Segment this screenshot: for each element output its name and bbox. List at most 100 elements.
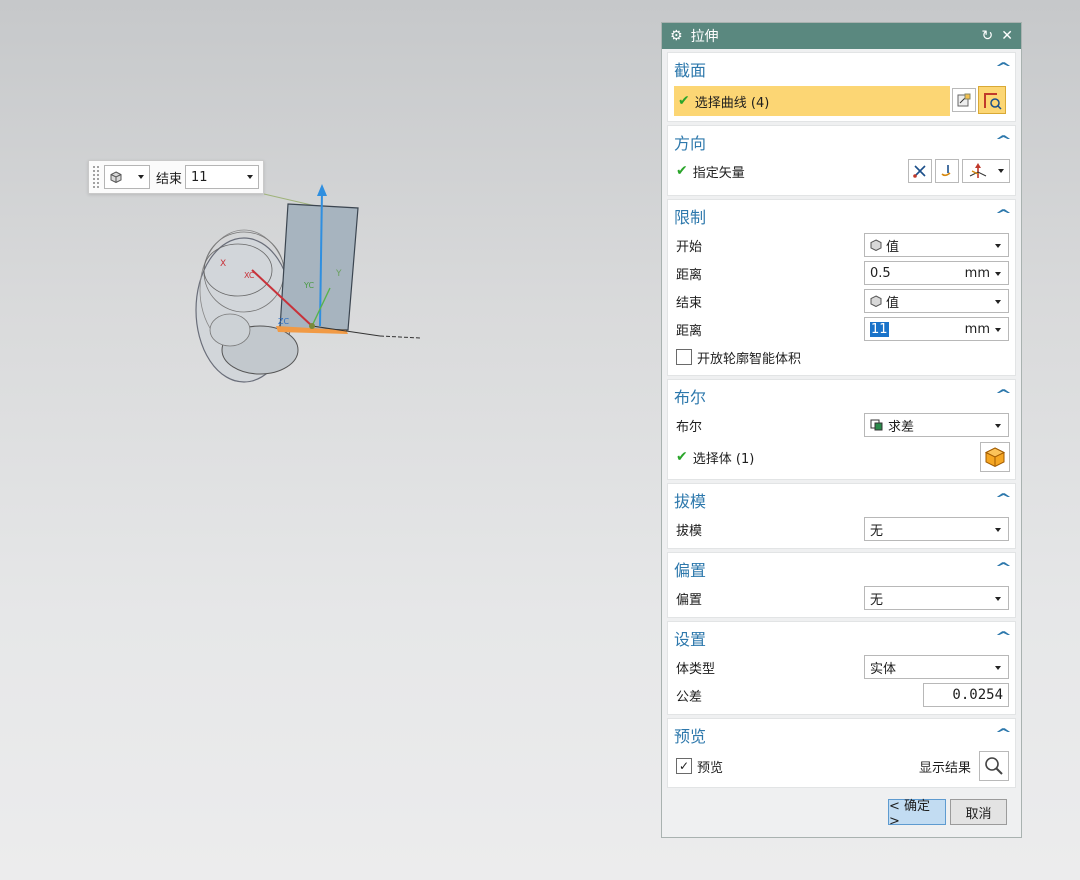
origin-point[interactable]	[309, 323, 315, 329]
vector-icon	[941, 165, 951, 177]
body-type-row: 体类型 实体	[668, 653, 1015, 681]
reverse-direction-button[interactable]	[908, 159, 932, 183]
draft-group: 拔模 ^ 拔模 无	[667, 483, 1016, 549]
select-curve-row[interactable]: ✔ 选择曲线 (4)	[674, 86, 950, 116]
chevron-down-icon	[995, 528, 1001, 532]
offset-title: 偏置	[674, 560, 707, 580]
preview-label: 预览	[697, 760, 724, 776]
end-distance-row: 距离 11 mm	[668, 315, 1015, 343]
model-viewport[interactable]: YC XC ZC Y X	[180, 180, 440, 400]
reverse-direction-icon	[913, 165, 926, 178]
preview-row: ✓ 预览 显示结果	[668, 750, 1015, 782]
specify-vector-label: 指定矢量	[692, 165, 745, 181]
chevron-down-icon	[995, 597, 1001, 601]
section-header[interactable]: 截面 ^	[668, 53, 1015, 84]
body-type-dropdown[interactable]: 实体	[864, 655, 1009, 679]
draft-header[interactable]: 拔模 ^	[668, 484, 1015, 515]
body-type-value: 实体	[870, 661, 897, 677]
dialog-footer: < 确定 > 取消	[662, 791, 1021, 837]
end-distance-input[interactable]: 11 mm	[864, 317, 1009, 341]
axis-vector-icon	[969, 163, 987, 178]
boolean-dropdown[interactable]: 求差	[864, 413, 1009, 437]
chevron-down-icon	[995, 424, 1001, 428]
tolerance-label: 公差	[676, 689, 703, 705]
magnifier-icon	[985, 757, 1003, 775]
collapse-icon[interactable]: ^	[995, 388, 1012, 403]
limits-title: 限制	[674, 207, 707, 227]
offset-header[interactable]: 偏置 ^	[668, 553, 1015, 584]
curve-select-button[interactable]	[978, 86, 1006, 114]
select-body-label: 选择体 (1)	[692, 451, 755, 467]
end-distance-unit: mm	[964, 321, 990, 337]
end-type-value: 值	[886, 295, 900, 311]
chevron-down-icon	[995, 272, 1001, 276]
draft-row: 拔模 无	[668, 515, 1015, 543]
grip-handle[interactable]	[92, 165, 100, 189]
extrude-dialog: ⚙ 拉伸 ↻ ✕ 截面 ^ ✔ 选择曲线 (4) 方向 ^ ✔ 指定矢量 限制 …	[661, 22, 1022, 838]
direction-header[interactable]: 方向 ^	[668, 126, 1015, 157]
start-type-dropdown[interactable]: 值	[864, 233, 1009, 257]
start-type-value: 值	[886, 239, 900, 255]
x-label: X	[220, 259, 226, 269]
chevron-down-icon	[995, 666, 1001, 670]
vector-dialog-button[interactable]	[935, 159, 959, 183]
collapse-icon[interactable]: ^	[995, 492, 1012, 507]
collapse-icon[interactable]: ^	[995, 61, 1012, 76]
select-body-row[interactable]: ✔ 选择体 (1)	[668, 439, 1015, 475]
collapse-icon[interactable]: ^	[995, 208, 1012, 223]
section-title: 截面	[674, 60, 707, 80]
select-body-button[interactable]	[980, 442, 1010, 472]
open-profile-checkbox[interactable]	[676, 349, 692, 365]
end-distance-value[interactable]: 11	[870, 321, 889, 337]
collapse-icon[interactable]: ^	[995, 630, 1012, 645]
boolean-header[interactable]: 布尔 ^	[668, 380, 1015, 411]
chevron-down-icon	[995, 328, 1001, 332]
solid-body-icon	[984, 447, 1006, 468]
sketch-icon	[957, 93, 971, 107]
show-result-button[interactable]	[979, 751, 1009, 781]
yc-label: YC	[303, 281, 314, 290]
collapse-icon[interactable]: ^	[995, 727, 1012, 742]
open-profile-label: 开放轮廓智能体积	[697, 351, 802, 367]
collapse-icon[interactable]: ^	[995, 134, 1012, 149]
boolean-group: 布尔 ^ 布尔 求差 ✔ 选择体 (1)	[667, 379, 1016, 480]
limits-header[interactable]: 限制 ^	[668, 200, 1015, 231]
check-icon: ✔	[678, 93, 690, 109]
cylinder-hole	[209, 313, 251, 347]
close-icon[interactable]: ✕	[1001, 29, 1013, 43]
check-icon: ✔	[676, 163, 688, 179]
end-label: 结束	[156, 171, 183, 187]
draft-dropdown[interactable]: 无	[864, 517, 1009, 541]
reset-icon[interactable]: ↻	[982, 29, 994, 43]
direction-group: 方向 ^ ✔ 指定矢量	[667, 125, 1016, 196]
curve-icon	[984, 93, 1002, 110]
end-label: 结束	[676, 295, 703, 311]
chevron-down-icon	[995, 300, 1001, 304]
preview-header[interactable]: 预览 ^	[668, 719, 1015, 750]
show-result-label: 显示结果	[919, 761, 972, 776]
limit-type-dropdown[interactable]	[104, 165, 150, 189]
settings-header[interactable]: 设置 ^	[668, 622, 1015, 653]
dialog-title: 拉伸	[690, 29, 719, 45]
end-type-dropdown[interactable]: 值	[864, 289, 1009, 313]
boolean-row: 布尔 求差	[668, 411, 1015, 439]
collapse-icon[interactable]: ^	[995, 561, 1012, 576]
distance-label: 距离	[676, 267, 703, 283]
cube-icon	[870, 239, 882, 251]
sketch-section-button[interactable]	[952, 88, 976, 112]
draft-value: 无	[870, 523, 884, 539]
offset-dropdown[interactable]: 无	[864, 586, 1009, 610]
start-distance-input[interactable]: 0.5 mm	[864, 261, 1009, 285]
preview-checkbox[interactable]: ✓	[676, 758, 692, 774]
zc-label: ZC	[278, 317, 289, 326]
cube-icon	[110, 171, 122, 183]
cancel-button[interactable]: 取消	[950, 799, 1007, 825]
ok-button[interactable]: < 确定 >	[888, 799, 946, 829]
chevron-down-icon	[138, 175, 144, 179]
tolerance-input[interactable]: 0.0254	[923, 683, 1009, 707]
vector-dash	[379, 335, 421, 339]
vector-type-dropdown[interactable]	[962, 159, 1010, 183]
open-profile-row[interactable]: 开放轮廓智能体积	[668, 343, 1015, 371]
dialog-titlebar[interactable]: ⚙ 拉伸 ↻ ✕	[662, 23, 1021, 49]
specify-vector-row[interactable]: ✔ 指定矢量	[668, 157, 1015, 185]
